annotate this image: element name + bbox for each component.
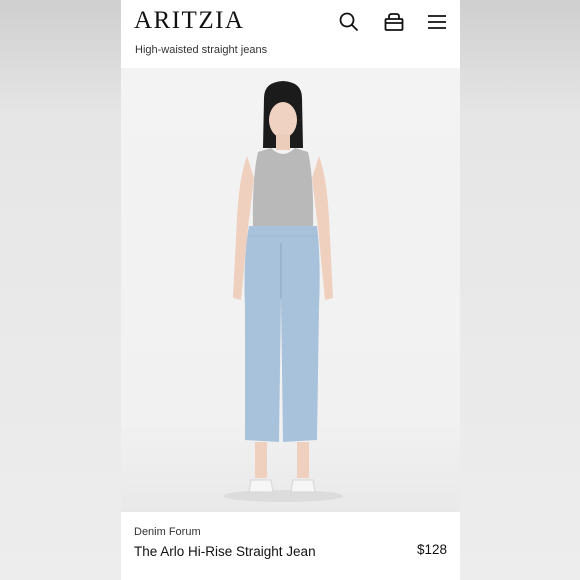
phone-screen: ARITZIA High-waisted straight jeans Deni…: [121, 0, 460, 580]
product-price: $128: [416, 542, 447, 557]
product-info: Denim Forum The Arlo Hi-Rise Straight Je…: [121, 512, 460, 580]
page-subtitle: High-waisted straight jeans: [135, 44, 268, 56]
search-icon[interactable]: [337, 10, 361, 34]
product-name[interactable]: The Arlo Hi-Rise Straight Jean: [134, 542, 324, 562]
background-right: [460, 0, 580, 580]
product-image[interactable]: [121, 68, 460, 512]
product-brand: Denim Forum: [134, 526, 201, 538]
bag-icon[interactable]: [382, 10, 406, 34]
menu-icon[interactable]: [425, 10, 449, 34]
app-header: ARITZIA High-waisted straight jeans: [121, 0, 460, 68]
background-left: [0, 0, 121, 580]
brand-logo[interactable]: ARITZIA: [134, 7, 244, 35]
